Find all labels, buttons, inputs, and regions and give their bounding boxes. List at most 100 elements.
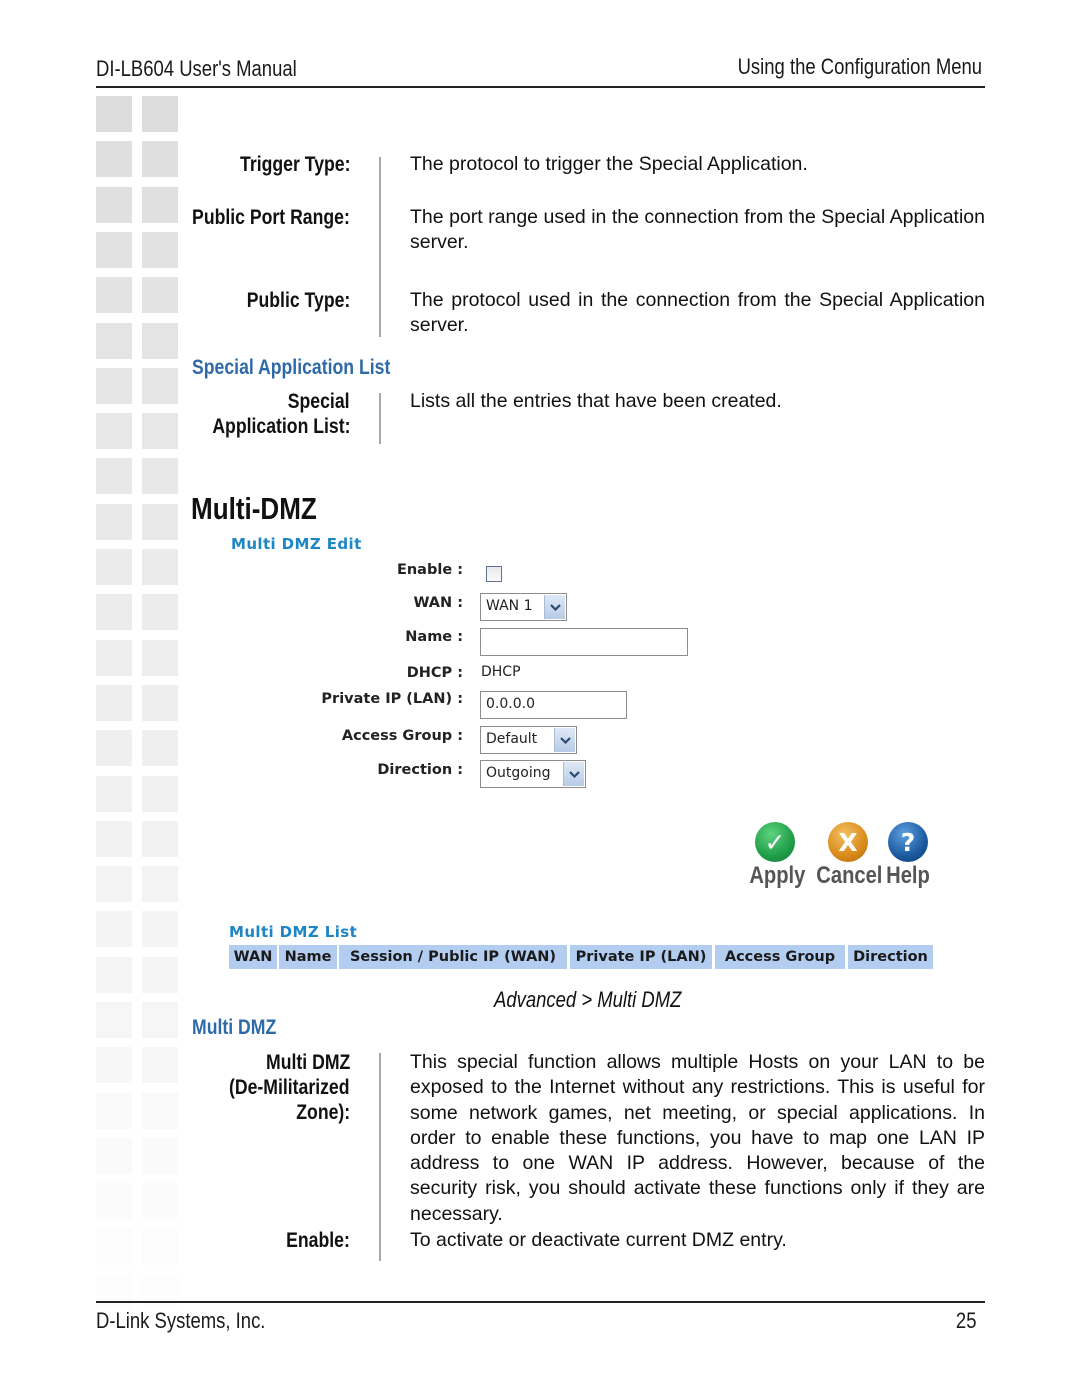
chevron-down-icon — [563, 762, 584, 786]
checkmark-icon: ✓ — [755, 822, 795, 862]
footer-divider — [96, 1301, 985, 1303]
wan-select-value: WAN 1 — [486, 598, 533, 614]
term-enable: Enable: — [286, 1229, 350, 1252]
private-ip-label: Private IP (LAN) : — [321, 691, 463, 707]
decorative-square — [96, 957, 132, 993]
decorative-square — [96, 1093, 132, 1129]
question-mark-icon: ? — [888, 822, 928, 862]
desc-multi-dmz: This special function allows multiple Ho… — [410, 1051, 985, 1225]
help-label: Help — [886, 862, 930, 889]
decorative-square — [96, 1229, 132, 1265]
decorative-square — [142, 413, 178, 449]
term-special-application-list: Special Application List: — [211, 390, 350, 438]
term-public-type: Public Type: — [246, 289, 350, 312]
decorative-square — [142, 594, 178, 630]
term-multi-dmz: Multi DMZ (De-Militarized Zone): — [229, 1051, 350, 1124]
decorative-square — [96, 277, 132, 313]
enable-checkbox[interactable] — [486, 566, 502, 582]
chevron-down-icon — [544, 595, 565, 619]
cancel-label: Cancel — [816, 862, 883, 889]
decorative-square — [142, 323, 178, 359]
decorative-square — [142, 504, 178, 540]
definition-divider — [379, 1053, 381, 1261]
desc-special-application-list: Lists all the entries that have been cre… — [410, 390, 782, 412]
decorative-square — [142, 776, 178, 812]
decorative-square — [142, 277, 178, 313]
decorative-square — [96, 141, 132, 177]
name-input[interactable] — [480, 628, 688, 656]
direction-label: Direction : — [377, 762, 463, 778]
decorative-square — [96, 776, 132, 812]
decorative-square — [142, 866, 178, 902]
decorative-square — [96, 1138, 132, 1174]
decorative-square — [142, 96, 178, 132]
multi-dmz-list-title: Multi DMZ List — [229, 923, 358, 941]
decorative-square — [142, 1047, 178, 1083]
decorative-square — [142, 957, 178, 993]
desc-public-type: The protocol used in the connection from… — [410, 289, 985, 337]
decorative-square — [96, 730, 132, 766]
decorative-square — [96, 866, 132, 902]
decorative-square — [142, 1093, 178, 1129]
decorative-square — [96, 187, 132, 223]
decorative-square — [96, 458, 132, 494]
column-header-private-ip[interactable]: Private IP (LAN) — [570, 945, 712, 969]
decorative-square — [96, 821, 132, 857]
decorative-square — [142, 368, 178, 404]
page-number: 25 — [955, 1308, 976, 1333]
chevron-down-icon — [554, 728, 575, 752]
decorative-square — [142, 911, 178, 947]
column-header-name[interactable]: Name — [279, 945, 337, 969]
column-header-access-group[interactable]: Access Group — [715, 945, 845, 969]
access-group-select[interactable]: Default — [480, 726, 577, 754]
desc-trigger-type: The protocol to trigger the Special Appl… — [410, 153, 808, 175]
decorative-square — [96, 594, 132, 630]
decorative-square — [142, 141, 178, 177]
header-divider — [96, 86, 985, 88]
decorative-square — [142, 1274, 178, 1310]
column-header-session-public-ip[interactable]: Session / Public IP (WAN) — [339, 945, 567, 969]
apply-label: Apply — [749, 862, 806, 889]
close-icon: X — [828, 822, 868, 862]
direction-select[interactable]: Outgoing — [480, 760, 586, 788]
decorative-square — [96, 640, 132, 676]
page-heading-multi-dmz: Multi-DMZ — [191, 491, 317, 526]
decorative-square — [142, 640, 178, 676]
dhcp-value: DHCP — [481, 664, 521, 680]
decorative-square — [142, 730, 178, 766]
column-header-direction[interactable]: Direction — [848, 945, 933, 969]
cancel-button[interactable]: X Cancel — [810, 822, 886, 890]
term-trigger-type: Trigger Type: — [239, 153, 350, 176]
wan-select[interactable]: WAN 1 — [480, 593, 567, 621]
multi-dmz-edit-title: Multi DMZ Edit — [231, 535, 362, 553]
name-label: Name : — [405, 629, 463, 645]
access-group-select-value: Default — [486, 731, 538, 747]
decorative-square — [142, 1183, 178, 1219]
company-name: D-Link Systems, Inc. — [96, 1308, 266, 1333]
decorative-square — [96, 1002, 132, 1038]
decorative-square — [96, 96, 132, 132]
decorative-square — [142, 1138, 178, 1174]
decorative-square — [142, 458, 178, 494]
private-ip-input[interactable]: 0.0.0.0 — [480, 691, 627, 719]
decorative-square — [96, 232, 132, 268]
help-button[interactable]: ? Help — [882, 822, 934, 890]
decorative-square — [142, 685, 178, 721]
desc-public-port-range: The port range used in the connection fr… — [410, 206, 985, 254]
wan-label: WAN : — [413, 595, 463, 611]
decorative-square — [96, 911, 132, 947]
decorative-square — [96, 323, 132, 359]
chapter-title: Using the Configuration Menu — [737, 54, 982, 79]
apply-button[interactable]: ✓ Apply — [744, 822, 806, 890]
decorative-square — [96, 1274, 132, 1310]
decorative-square — [142, 821, 178, 857]
dhcp-label: DHCP : — [406, 665, 463, 681]
decorative-square — [96, 1183, 132, 1219]
section-heading-special-application-list: Special Application List — [192, 356, 391, 379]
column-header-wan[interactable]: WAN — [229, 945, 277, 969]
section-heading-multi-dmz: Multi DMZ — [192, 1016, 277, 1039]
decorative-square — [96, 413, 132, 449]
decorative-square — [96, 1047, 132, 1083]
decorative-square — [96, 685, 132, 721]
desc-enable: To activate or deactivate current DMZ en… — [410, 1229, 787, 1251]
